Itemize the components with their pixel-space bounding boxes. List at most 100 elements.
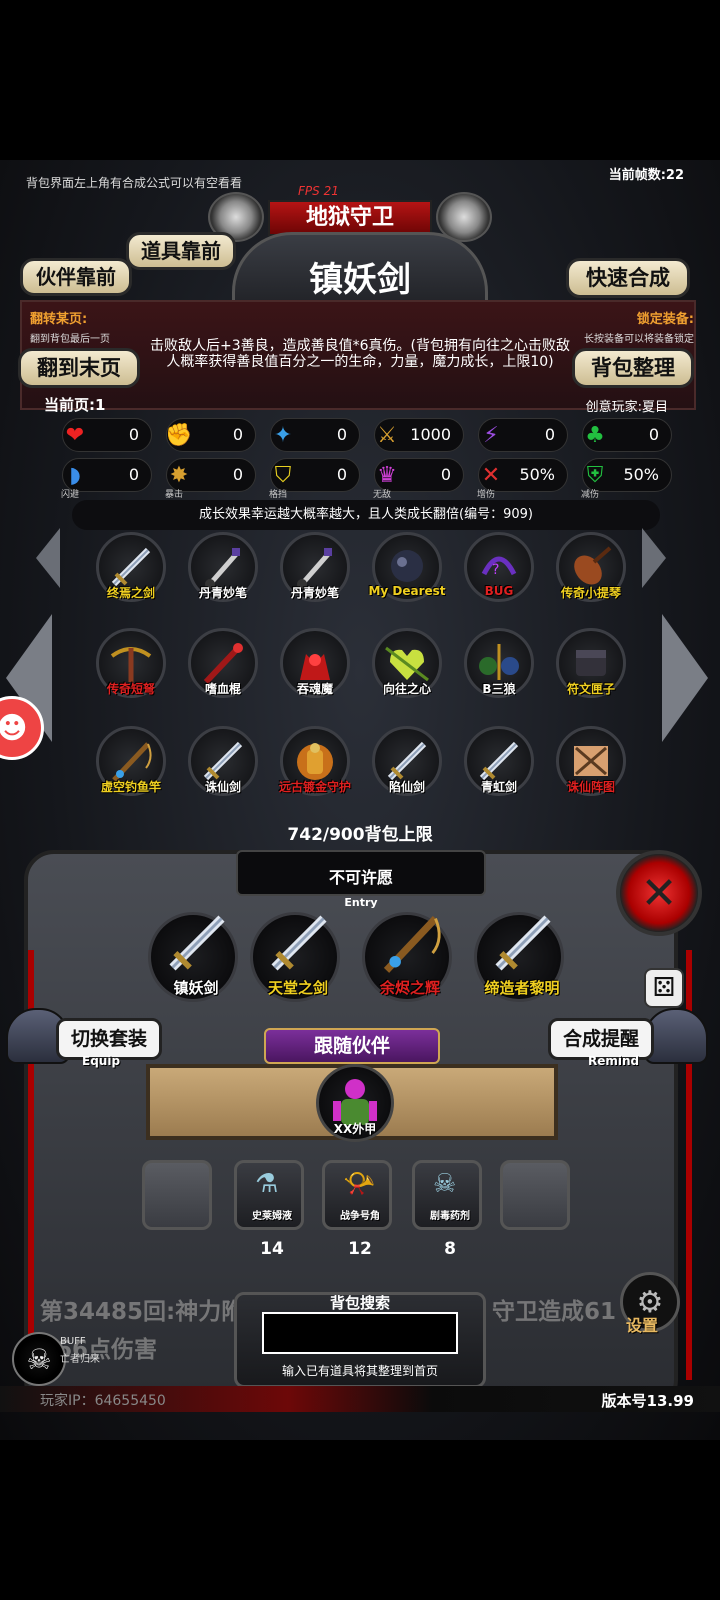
stat-value: 50% xyxy=(623,465,659,484)
item-label: 终焉之剑 xyxy=(106,586,155,600)
stat-pill: ⚔ 1000 xyxy=(374,418,464,452)
stat-pill: ♛ 0 无敌 xyxy=(373,458,464,500)
battle-log-line-1-tail: 守卫造成61 xyxy=(492,1299,617,1325)
inventory-item[interactable]: 诛仙剑 xyxy=(184,726,262,806)
stat-value: 0 xyxy=(648,425,659,444)
boss-name: 地狱守卫 xyxy=(268,200,432,236)
next-row-arrow-icon[interactable] xyxy=(642,528,666,588)
empty-consumable-slot[interactable] xyxy=(142,1160,212,1230)
search-hint: 输入已有道具将其整理到首页 xyxy=(281,1364,438,1378)
stat-pill: ✕ 50% 增伤 xyxy=(477,458,568,500)
potion-icon: ⚗ xyxy=(255,1169,279,1199)
partner-front-button[interactable]: 伙伴靠前 xyxy=(20,258,132,296)
inventory-item[interactable]: 青虹剑 xyxy=(460,726,538,806)
attack-icon: ⚔ xyxy=(377,422,397,448)
game-screen: 背包界面左上角有合成公式可以有空看看 当前帧数:22 FPS 21 地狱守卫 镇… xyxy=(0,160,720,1440)
stat-pill: ◗ 0 闪避 xyxy=(61,458,152,500)
inventory-item[interactable]: 丹青妙笔 xyxy=(184,532,262,612)
magic-icon: ✦ xyxy=(273,422,293,448)
stat-pill: ⚡ 0 xyxy=(478,418,568,452)
partner-name: XX外甲 xyxy=(333,1122,377,1136)
inventory-item[interactable]: 终焉之剑 xyxy=(92,532,170,612)
consumable-label: 史莱姆液 xyxy=(252,1211,292,1222)
inventory-item[interactable]: 虚空钓鱼竿 xyxy=(92,726,170,806)
inventory-item[interactable]: 陷仙剑 xyxy=(368,726,446,806)
dice-icon[interactable]: ⚄ xyxy=(644,968,684,1008)
inventory-item[interactable]: 嗜血棍 xyxy=(184,628,262,708)
stat-value: 0 xyxy=(336,465,347,484)
flip-page-sub: 翻到背包最后一页 xyxy=(30,334,110,345)
version-number: 版本号13.99 xyxy=(601,1392,694,1410)
poison-icon: ☠ xyxy=(433,1169,457,1199)
inventory-item[interactable]: ? BUG xyxy=(460,532,538,612)
consumable-slot[interactable]: 📯 战争号角 12 xyxy=(322,1160,392,1259)
item-label: 嗜血棍 xyxy=(204,682,241,696)
next-page-arrow-icon[interactable] xyxy=(662,614,708,742)
craft-remind-sub: Remind xyxy=(588,1054,640,1068)
sword-icon xyxy=(487,907,559,979)
equipped-slot[interactable]: 镇妖剑 xyxy=(148,912,238,1002)
horn-icon: 📯 xyxy=(343,1169,376,1199)
inventory-item[interactable]: 向往之心 xyxy=(368,628,446,708)
inventory-item[interactable]: 吞魂魔 xyxy=(276,628,354,708)
inventory-item[interactable]: 丹青妙笔 xyxy=(276,532,354,612)
search-input[interactable] xyxy=(262,1312,458,1354)
svg-text:?: ? xyxy=(492,562,499,578)
consumable-slot[interactable]: ☠ 剧毒药剂 8 xyxy=(412,1160,482,1259)
stat-caption: 暴击 xyxy=(165,490,184,500)
bag-capacity: 742/900背包上限 xyxy=(287,825,433,845)
inventory-item[interactable]: 传奇短弩 xyxy=(92,628,170,708)
equipped-slot[interactable]: 余烬之辉 xyxy=(362,912,452,1002)
heart-icon: ❤ xyxy=(65,422,85,448)
sort-bag-button[interactable]: 背包整理 xyxy=(572,348,694,388)
item-label: 远古镀金守护 xyxy=(278,780,351,794)
sword-icon xyxy=(161,907,233,979)
item-label: 青虹剑 xyxy=(480,780,517,794)
strength-icon: ✊ xyxy=(165,422,193,448)
equipped-slot[interactable]: 缔造者黎明 xyxy=(474,912,564,1002)
stat-caption: 无敌 xyxy=(373,490,392,500)
prev-row-arrow-icon[interactable] xyxy=(36,528,60,588)
consumable-count: 12 xyxy=(348,1239,372,1259)
consumable-label: 战争号角 xyxy=(340,1211,380,1222)
top-hint: 背包界面左上角有合成公式可以有空看看 xyxy=(26,176,243,190)
equipped-label: 余烬之辉 xyxy=(379,979,440,997)
lock-equip-title: 锁定装备: xyxy=(636,312,694,327)
growth-note: 成长效果幸运越大概率越大，且人类成长翻倍(编号：909) xyxy=(72,500,660,530)
follow-partner-banner: 跟随伙伴 xyxy=(264,1028,440,1064)
flip-page-title: 翻转某页: xyxy=(30,312,88,327)
equipped-slot[interactable]: 天堂之剑 xyxy=(250,912,340,1002)
last-page-button[interactable]: 翻到末页 xyxy=(18,348,140,388)
inventory-item[interactable]: B三狼 xyxy=(460,628,538,708)
inventory-item[interactable]: My Dearest xyxy=(368,532,446,612)
inventory-item[interactable]: 诛仙阵图 xyxy=(552,726,630,806)
stat-value: 0 xyxy=(336,425,347,444)
quick-craft-button[interactable]: 快速合成 xyxy=(566,258,690,298)
stat-pill: ✦ 0 xyxy=(270,418,360,452)
item-title: 镇妖剑 xyxy=(309,260,411,300)
empty-consumable-slot[interactable] xyxy=(500,1160,570,1230)
inventory-item[interactable]: 远古镀金守护 xyxy=(276,726,354,806)
close-button[interactable]: ✕ xyxy=(616,850,702,936)
sword-icon xyxy=(263,907,335,979)
consumable-slot[interactable]: ⚗ 史莱姆液 14 xyxy=(234,1160,304,1259)
buff-skull-icon[interactable]: ☠ xyxy=(12,1332,66,1386)
items-front-button[interactable]: 道具靠前 xyxy=(126,232,236,270)
buff-label: BUFF xyxy=(60,1336,86,1347)
inventory-item[interactable]: 符文匣子 xyxy=(552,628,630,708)
buff-sub: 亡者归来 xyxy=(60,1354,100,1365)
inventory-item[interactable]: 传奇小提琴 xyxy=(552,532,630,612)
item-label: 传奇小提琴 xyxy=(560,586,621,600)
consumable-count: 8 xyxy=(444,1239,456,1259)
frame-count: 当前帧数:22 xyxy=(608,168,684,183)
rod-icon xyxy=(375,907,447,979)
stat-value: 0 xyxy=(440,465,451,484)
stat-value: 0 xyxy=(232,465,243,484)
stat-pill: ♣ 0 xyxy=(582,418,672,452)
item-label: 向往之心 xyxy=(382,682,431,696)
equipped-label: 镇妖剑 xyxy=(173,979,219,997)
lightning-icon: ⚡ xyxy=(483,422,499,448)
consumable-count: 14 xyxy=(260,1239,284,1259)
stat-value: 0 xyxy=(232,425,243,444)
battle-log-line-1: 第34485回:神力附 xyxy=(40,1299,245,1325)
